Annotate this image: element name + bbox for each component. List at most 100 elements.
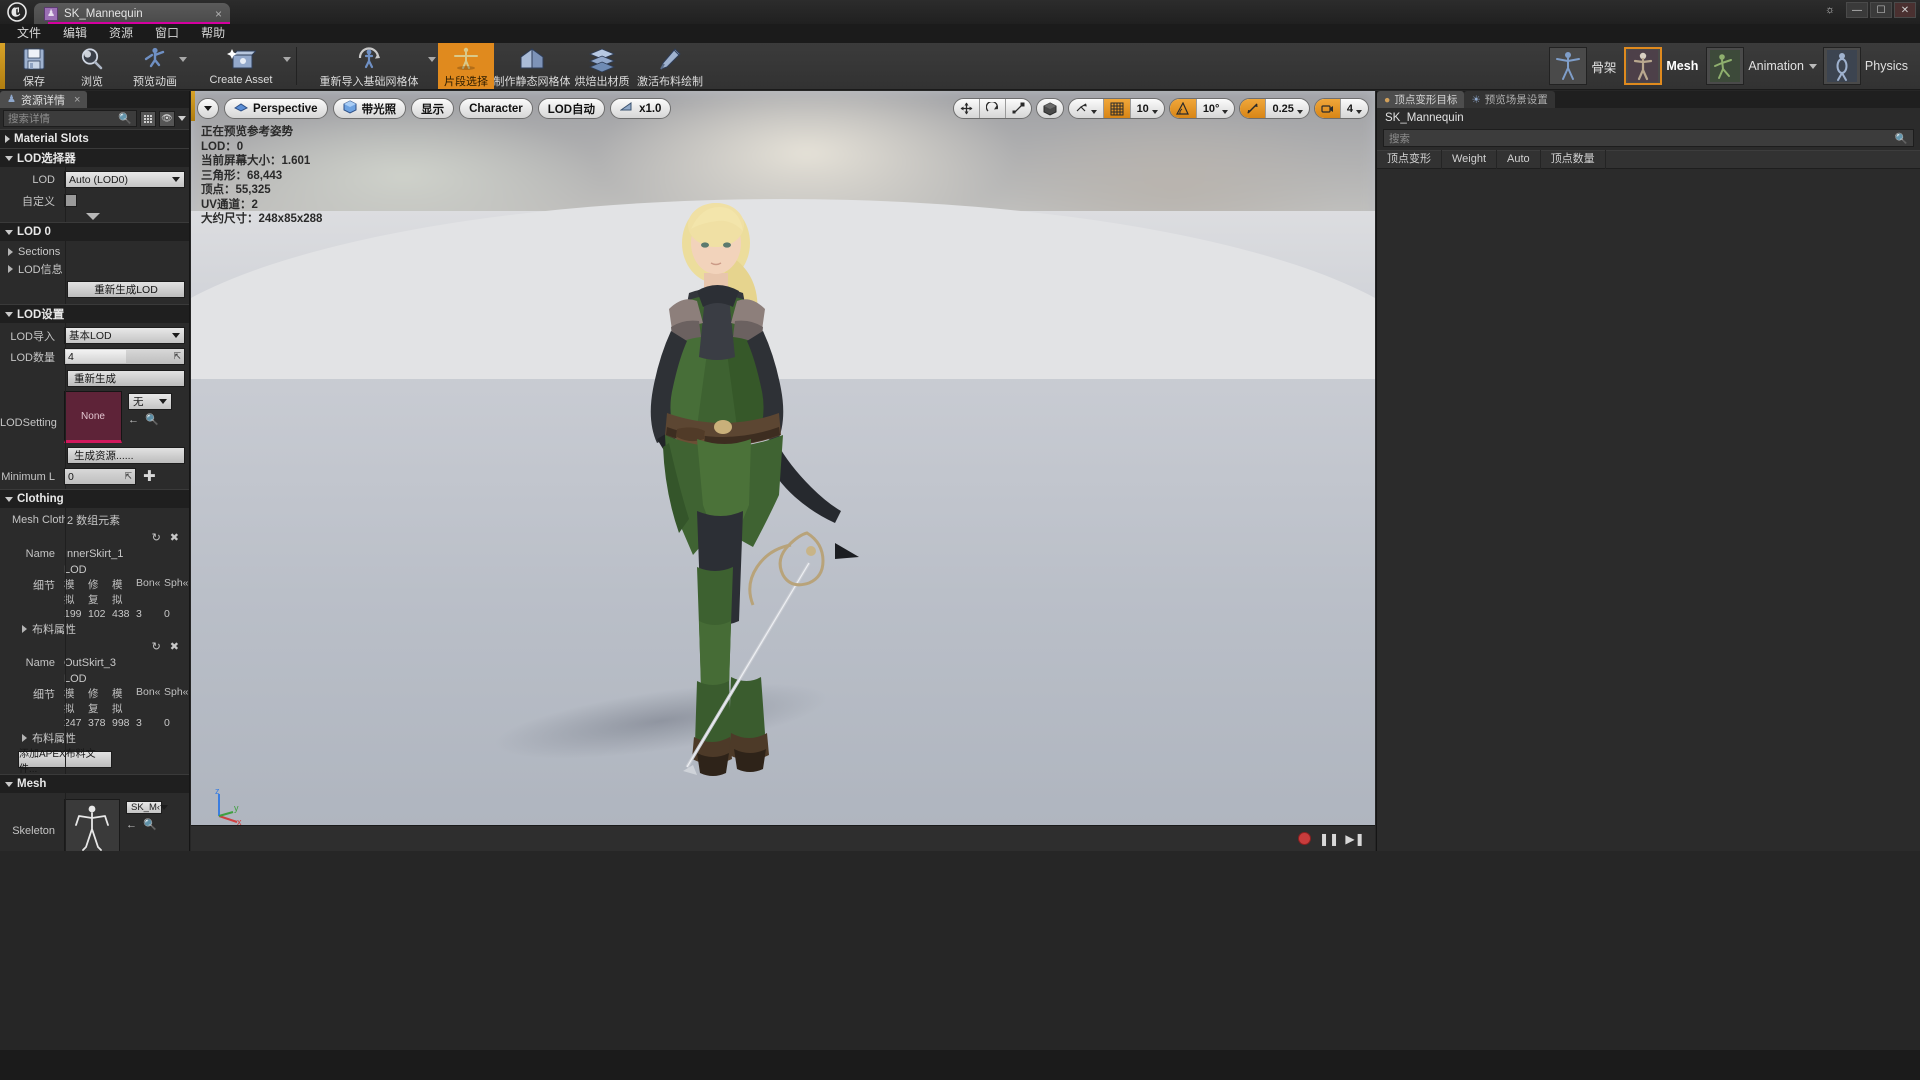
toolbar-section-selection-button[interactable]: 片段选择 [438, 43, 494, 89]
toolbar-save-button[interactable]: 保存 [5, 43, 63, 89]
lod-import-dropdown[interactable]: 基本LOD [64, 327, 185, 344]
mode-animation[interactable]: Animation [1706, 43, 1823, 89]
skeleton-thumbnail[interactable] [64, 799, 120, 851]
details-visibility-button[interactable]: 👁 [159, 111, 175, 127]
toolbar-bake-materials-button[interactable]: 烘焙出材质 [570, 43, 634, 89]
browse-icon[interactable]: 🔍 [143, 818, 157, 831]
mesh-cloth-label-cell[interactable]: Mesh Cloth [0, 514, 65, 526]
close-icon[interactable]: × [74, 94, 80, 106]
lod-count-input[interactable]: 4 ⇱ [64, 348, 185, 365]
menu-help[interactable]: 帮助 [190, 24, 236, 43]
toolbar-create-asset-button[interactable]: Create Asset [189, 43, 293, 89]
mode-mesh[interactable]: Mesh [1624, 43, 1706, 89]
generate-asset-button[interactable]: 生成资源...... [67, 447, 185, 464]
spinner-icon[interactable]: ⇱ [124, 471, 132, 482]
viewport[interactable]: Perspective 带光照 显示 Character LOD自动 [191, 91, 1375, 851]
surface-snap-icon[interactable] [1069, 99, 1104, 118]
scale-size-value[interactable]: 0.25 [1266, 99, 1308, 118]
close-window-button[interactable]: ✕ [1894, 2, 1916, 18]
world-coord-icon[interactable] [1037, 99, 1063, 118]
details-view-options-button[interactable] [140, 111, 156, 127]
minimum-lod-input[interactable]: 0 ⇱ [64, 468, 136, 485]
viewport-view-mode-button[interactable]: 带光照 [333, 98, 407, 119]
toolbar-reimport-base-mesh-button[interactable]: 重新导入基础网格体 [300, 43, 438, 89]
chevron-down-icon[interactable] [178, 116, 186, 121]
back-arrow-icon[interactable]: ← [126, 819, 137, 831]
lodsettings-thumbnail[interactable]: None [64, 391, 122, 443]
menu-asset[interactable]: 资源 [98, 24, 144, 43]
maximize-button[interactable]: ☐ [1870, 2, 1892, 18]
scale-gizmo-icon[interactable] [1006, 99, 1031, 118]
delete-icon[interactable]: ✖ [170, 640, 179, 653]
chevron-down-icon[interactable] [428, 57, 436, 62]
scale-snap-icon[interactable] [1240, 99, 1266, 118]
browse-icon[interactable]: 🔍 [145, 413, 159, 426]
tab-asset-details[interactable]: ♟ 资源详情 × [0, 91, 87, 108]
skeleton-picker[interactable]: SK_M‹ [126, 801, 162, 814]
column-auto[interactable]: Auto [1497, 150, 1541, 169]
angle-snap-icon[interactable] [1170, 99, 1197, 118]
grid-size-value[interactable]: 10 [1131, 99, 1164, 118]
expand-more-icon[interactable] [86, 213, 100, 220]
tab-preview-scene-settings[interactable]: ☀ 预览场景设置 [1464, 91, 1554, 108]
pause-icon[interactable]: ❚❚ [1321, 831, 1337, 847]
rotate-gizmo-icon[interactable] [980, 99, 1006, 118]
delete-icon[interactable]: ✖ [170, 531, 179, 544]
menu-edit[interactable]: 编辑 [52, 24, 98, 43]
toolbar-preview-animation-button[interactable]: 预览动画 [121, 43, 189, 89]
chevron-right-icon [5, 135, 10, 143]
toolbar-make-static-mesh-button[interactable]: 制作静态网格体 [494, 43, 570, 89]
camera-speed-value[interactable]: 4 [1341, 99, 1368, 118]
viewport-camera-mode-button[interactable]: Perspective [224, 98, 328, 119]
viewport-lod-button[interactable]: LOD自动 [538, 98, 605, 119]
column-vertex-count[interactable]: 顶点数量 [1541, 150, 1606, 169]
chevron-down-icon[interactable] [283, 57, 291, 62]
cloth-entry-2-props[interactable]: 布料属性 [0, 729, 189, 746]
spinner-icon[interactable]: ⇱ [173, 351, 181, 362]
menu-window[interactable]: 窗口 [144, 24, 190, 43]
cloth-entry-1-props[interactable]: 布料属性 [0, 620, 189, 637]
section-lod0[interactable]: LOD 0 [0, 222, 189, 241]
add-icon[interactable]: ✚ [143, 471, 156, 483]
grid-snap-icon[interactable] [1104, 99, 1131, 118]
close-icon[interactable]: × [215, 9, 222, 19]
mode-skeleton[interactable]: 骨架 [1549, 43, 1624, 89]
section-clothing[interactable]: Clothing [0, 489, 189, 508]
regenerate-button[interactable]: 重新生成 [67, 370, 185, 387]
lod-dropdown[interactable]: Auto (LOD0) [64, 171, 185, 188]
camera-speed-icon[interactable] [1315, 99, 1341, 118]
translate-gizmo-icon[interactable] [954, 99, 980, 118]
back-arrow-icon[interactable]: ← [128, 414, 139, 426]
section-mesh[interactable]: Mesh [0, 774, 189, 793]
tab-morph-target[interactable]: ● 顶点变形目标 [1377, 91, 1464, 108]
section-lod-selector[interactable]: LOD选择器 [0, 148, 189, 167]
record-icon[interactable] [1298, 832, 1311, 845]
viewport-options-button[interactable] [197, 98, 219, 119]
angle-size-value[interactable]: 10° [1197, 99, 1235, 118]
section-lod-settings[interactable]: LOD设置 [0, 304, 189, 323]
column-weight[interactable]: Weight [1442, 150, 1497, 169]
regenerate-lod-button[interactable]: 重新生成LOD [67, 281, 185, 298]
toolbar-activate-cloth-paint-button[interactable]: 激活布料绘制 [634, 43, 706, 89]
lodsettings-asset-picker[interactable]: 无 [128, 393, 172, 410]
mode-physics[interactable]: Physics [1823, 43, 1916, 89]
notification-icon[interactable]: ☼ [1822, 2, 1838, 18]
morph-target-search-input[interactable]: 搜索 🔍 [1383, 129, 1914, 147]
step-forward-icon[interactable]: ▶❚ [1347, 831, 1363, 847]
viewport-show-button[interactable]: 显示 [411, 98, 454, 119]
search-input[interactable]: 搜索详情 🔍 [3, 110, 137, 127]
viewport-playback-speed-button[interactable]: x1.0 [610, 98, 671, 119]
chevron-down-icon[interactable] [1809, 64, 1817, 69]
asset-tab-sk-mannequin[interactable]: ♟ SK_Mannequin × [34, 3, 230, 24]
row-lod-info[interactable]: LOD信息 [0, 260, 189, 277]
toolbar-browse-button[interactable]: 浏览 [63, 43, 121, 89]
reset-icon[interactable]: ↻ [152, 531, 161, 544]
menu-file[interactable]: 文件 [6, 24, 52, 43]
section-material-slots[interactable]: Material Slots [0, 129, 189, 148]
viewport-character-button[interactable]: Character [459, 98, 533, 119]
row-sections[interactable]: Sections [0, 243, 189, 260]
chevron-down-icon[interactable] [179, 57, 187, 62]
minimize-button[interactable]: — [1846, 2, 1868, 18]
column-morph-target[interactable]: 顶点变形 [1377, 150, 1442, 169]
reset-icon[interactable]: ↻ [152, 640, 161, 653]
